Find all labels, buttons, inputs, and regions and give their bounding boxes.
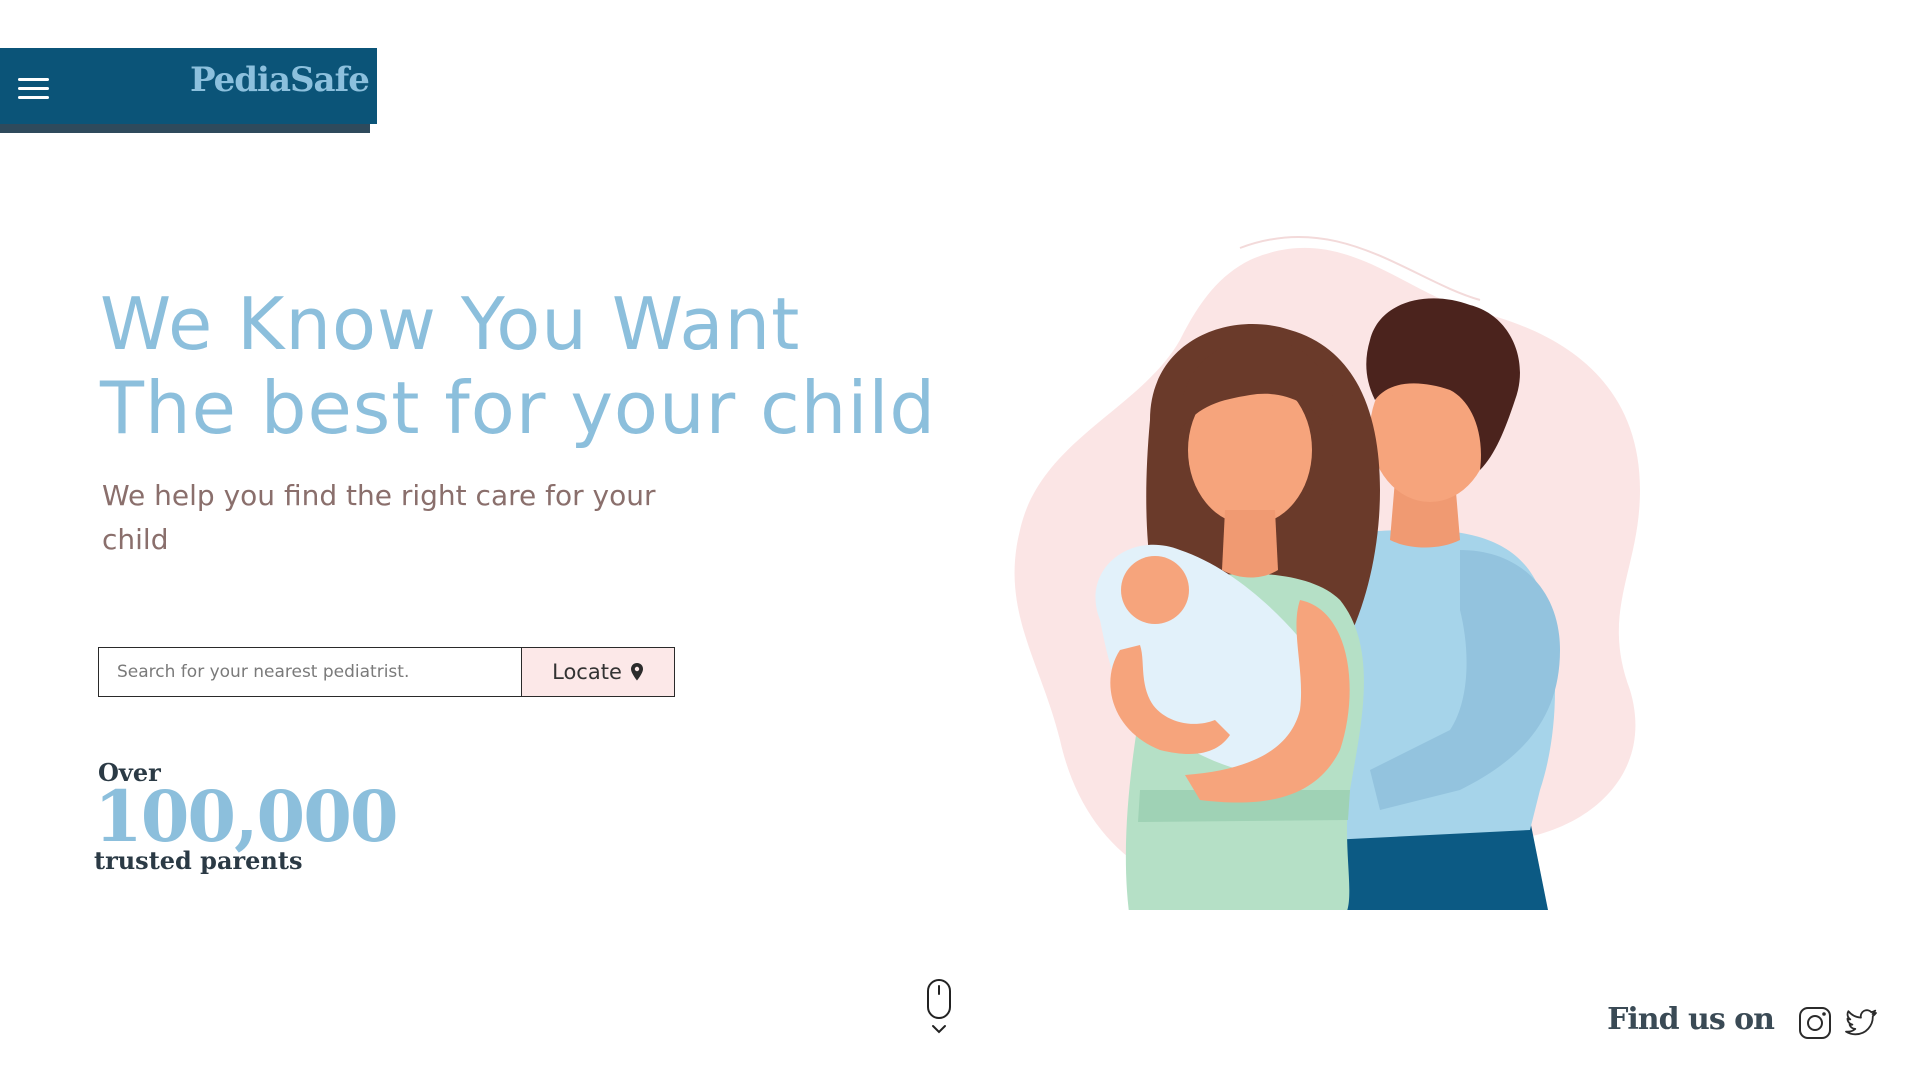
baby-face: [1121, 556, 1189, 624]
brand-logo[interactable]: PediaSafe: [190, 60, 370, 100]
woman-neck: [1222, 510, 1278, 578]
locate-button-label: Locate: [552, 660, 622, 684]
instagram-icon[interactable]: [1798, 1006, 1832, 1040]
hero-title-line-1: We Know You Want: [100, 282, 801, 366]
search-input[interactable]: [98, 647, 521, 697]
family-illustration: [1014, 236, 1640, 910]
mouse-scroll-icon[interactable]: [926, 978, 954, 1038]
hamburger-menu-icon[interactable]: [18, 78, 52, 102]
map-pin-icon: [630, 663, 643, 681]
twitter-icon[interactable]: [1844, 1006, 1878, 1040]
locate-button[interactable]: Locate: [521, 647, 675, 697]
hero-title: We Know You Want The best for your child: [100, 282, 936, 450]
find-us-label: Find us on: [1607, 1002, 1775, 1037]
brand-header-shadow: [0, 124, 370, 133]
hero-title-line-2: The best for your child: [100, 366, 937, 450]
hero-subtitle: We help you find the right care for your…: [102, 479, 656, 556]
pediatrician-search: Locate: [98, 647, 675, 697]
stat-caption: trusted parents: [94, 846, 303, 875]
